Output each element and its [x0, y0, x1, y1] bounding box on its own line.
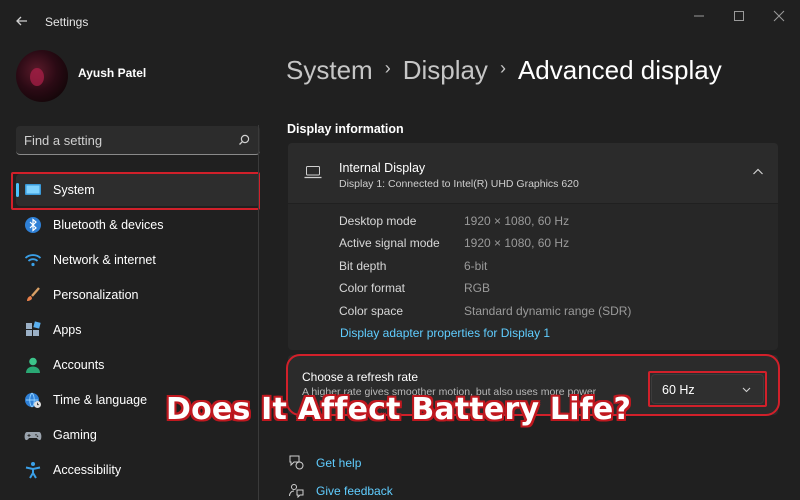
page-title: Advanced display: [517, 54, 722, 85]
maximize-icon[interactable]: [724, 6, 754, 26]
sidebar-item-accounts[interactable]: Accounts: [16, 349, 260, 381]
display-name: Internal Display: [339, 161, 426, 175]
title-bar: Settings: [0, 0, 800, 40]
brush-icon: [27, 287, 40, 301]
minimize-icon[interactable]: [684, 6, 714, 26]
sidebar-item-accessibility[interactable]: Accessibility: [16, 454, 260, 486]
sidebar-item-label: System: [53, 183, 95, 197]
sidebar-scrollbar[interactable]: [258, 125, 259, 500]
search-box[interactable]: [16, 126, 260, 155]
adapter-properties-link[interactable]: Display adapter properties for Display 1: [340, 326, 550, 340]
chevron-down-icon: [742, 387, 751, 393]
sidebar-item-bluetooth[interactable]: Bluetooth & devices: [16, 209, 260, 241]
search-input[interactable]: [24, 131, 224, 149]
get-help-link[interactable]: Get help: [316, 456, 361, 470]
display-card-body: Desktop mode 1920 × 1080, 60 Hz Active s…: [288, 204, 778, 350]
info-label: Active signal mode: [339, 236, 440, 250]
display-card-header[interactable]: Internal Display Display 1: Connected to…: [288, 143, 778, 203]
info-label: Color space: [339, 304, 404, 318]
info-value: 1920 × 1080, 60 Hz: [464, 214, 570, 228]
info-value: 6-bit: [464, 259, 488, 273]
sidebar-item-label: Apps: [53, 323, 82, 337]
info-label: Color format: [339, 281, 406, 295]
chevron-up-icon[interactable]: [752, 167, 764, 177]
breadcrumb-system[interactable]: System: [286, 55, 373, 86]
breadcrumb: System › Display › Advanced display: [286, 53, 722, 86]
accounts-icon: [26, 357, 40, 373]
refresh-rate-title: Choose a refresh rate: [302, 370, 419, 384]
info-value: RGB: [464, 281, 491, 295]
sidebar-item-label: Personalization: [53, 288, 139, 302]
sidebar-item-system[interactable]: System: [16, 174, 260, 206]
accessibility-icon: [25, 462, 41, 479]
sidebar-item-label: Gaming: [53, 428, 97, 442]
sidebar-item-network[interactable]: Network & internet: [16, 244, 260, 276]
give-feedback-link[interactable]: Give feedback: [316, 484, 393, 498]
close-icon[interactable]: [764, 6, 794, 26]
sidebar-item-personalization[interactable]: Personalization: [16, 279, 260, 311]
sidebar-item-label: Bluetooth & devices: [53, 218, 164, 232]
info-label: Bit depth: [339, 259, 387, 273]
bluetooth-icon: [25, 217, 41, 233]
system-icon: [25, 184, 41, 195]
feedback-icon: [289, 484, 304, 498]
overlay-caption: Does It Affect Battery Life?: [166, 392, 632, 427]
app-title: Settings: [45, 15, 89, 29]
wifi-icon: [24, 254, 42, 267]
breadcrumb-display[interactable]: Display: [403, 55, 488, 86]
refresh-rate-dropdown[interactable]: 60 Hz: [651, 374, 764, 404]
info-label: Desktop mode: [339, 214, 417, 228]
info-value: 1920 × 1080, 60 Hz: [464, 236, 570, 250]
sidebar-item-label: Network & internet: [53, 253, 156, 267]
avatar[interactable]: [16, 50, 68, 102]
help-chat-icon: [289, 455, 304, 470]
section-title: Display information: [287, 122, 404, 136]
sidebar-item-label: Time & language: [53, 393, 148, 407]
back-arrow-icon[interactable]: [14, 13, 30, 29]
info-value: Standard dynamic range (SDR): [464, 304, 632, 318]
user-name: Ayush Patel: [78, 66, 147, 80]
chevron-right-icon: ›: [499, 57, 506, 78]
refresh-rate-value: 60 Hz: [662, 383, 695, 397]
display-description: Display 1: Connected to Intel(R) UHD Gra…: [339, 178, 579, 190]
sidebar-item-label: Accessibility: [53, 463, 122, 477]
chevron-right-icon: ›: [384, 57, 391, 78]
gamepad-icon: [24, 432, 42, 441]
search-icon[interactable]: [238, 134, 250, 146]
sidebar-item-apps[interactable]: Apps: [16, 314, 260, 346]
globe-clock-icon: [25, 392, 41, 408]
sidebar-item-label: Accounts: [53, 358, 105, 372]
apps-icon: [26, 321, 41, 336]
laptop-icon: [304, 166, 322, 179]
active-indicator: [16, 183, 19, 197]
